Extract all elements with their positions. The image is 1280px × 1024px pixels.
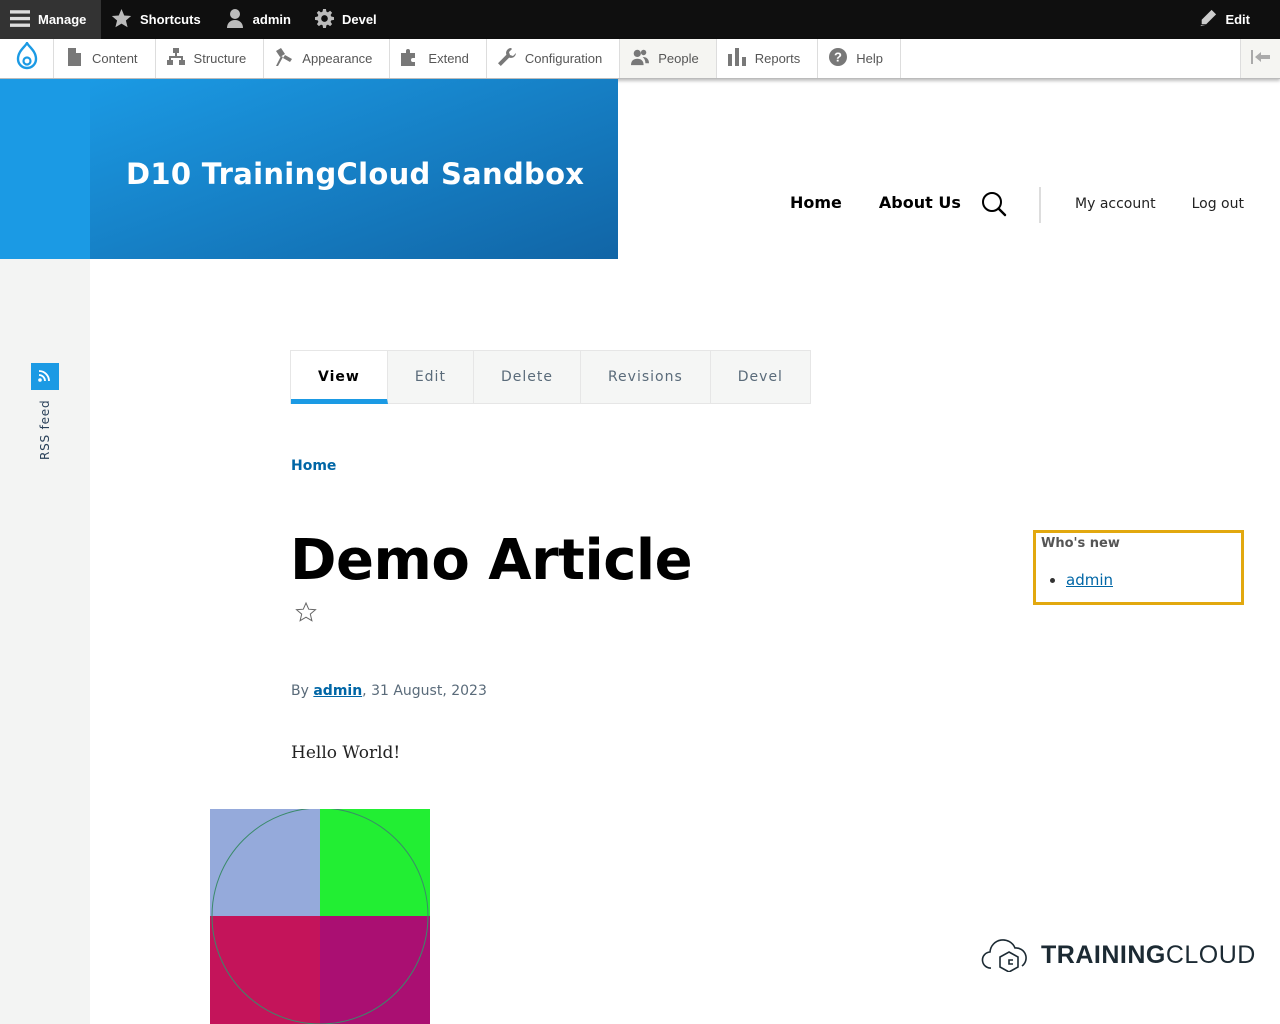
nav-home-link[interactable]: Home: [790, 193, 842, 212]
tray-item-label: Extend: [428, 51, 469, 66]
user-menu-button[interactable]: admin: [215, 0, 305, 39]
wrench-icon: [497, 48, 516, 69]
my-account-link[interactable]: My account: [1075, 196, 1156, 212]
admin-toolbar: Manage Shortcuts admin Devel Edit: [0, 0, 1280, 39]
bar-chart-icon: [727, 48, 746, 69]
tab-devel[interactable]: Devel: [711, 351, 810, 403]
rss-feed-button[interactable]: [31, 363, 59, 390]
trainingcloud-logo: TRAININGCLOUD: [981, 934, 1256, 976]
hamburger-icon: [10, 8, 30, 31]
user-link[interactable]: admin: [1066, 571, 1113, 589]
byline-date: , 31 August, 2023: [362, 683, 487, 699]
tab-revisions[interactable]: Revisions: [581, 351, 711, 403]
devel-label: Devel: [341, 12, 377, 27]
document-icon: [65, 48, 83, 69]
user-label: admin: [252, 12, 291, 27]
star-outline-icon: [295, 601, 317, 627]
tray-item-label: Structure: [193, 51, 247, 66]
tray-item-reports[interactable]: Reports: [717, 39, 819, 78]
favorite-star-button[interactable]: [295, 601, 317, 623]
tab-delete[interactable]: Delete: [474, 351, 581, 403]
local-tasks-tabs: View Edit Delete Revisions Devel: [290, 350, 811, 404]
nav-about-us-link[interactable]: About Us: [879, 193, 961, 212]
whos-new-list: admin: [1041, 571, 1236, 589]
list-item: admin: [1066, 571, 1236, 589]
tray-item-label: Appearance: [302, 51, 373, 66]
collapse-left-icon: [1250, 49, 1271, 68]
rss-feed-label[interactable]: RSS feed: [38, 400, 52, 460]
shortcuts-label: Shortcuts: [140, 12, 201, 27]
site-name-link[interactable]: D10 TrainingCloud Sandbox: [126, 157, 584, 191]
gear-icon: [314, 8, 334, 31]
admin-tray: Content Structure Appearance Extend Conf…: [0, 39, 1280, 79]
svg-text:?: ?: [834, 50, 842, 65]
star-icon: [111, 8, 132, 32]
tray-item-content[interactable]: Content: [54, 39, 156, 78]
manage-label: Manage: [38, 12, 87, 27]
tray-item-extend[interactable]: Extend: [390, 39, 487, 78]
drupal-logo-icon: [15, 39, 39, 76]
edit-mode-button[interactable]: Edit: [1189, 0, 1264, 39]
tray-item-structure[interactable]: Structure: [156, 39, 265, 78]
header-left-accent: [0, 79, 90, 259]
user-icon: [225, 8, 245, 31]
rss-icon: [37, 367, 53, 387]
nav-divider: [1039, 187, 1041, 223]
drupal-home-link[interactable]: [0, 39, 54, 78]
whos-new-title: Who's new: [1041, 536, 1120, 551]
tray-item-label: Configuration: [524, 51, 603, 66]
site-branding: D10 TrainingCloud Sandbox: [90, 79, 618, 259]
tray-orientation-toggle[interactable]: [1240, 39, 1280, 78]
author-link[interactable]: admin: [313, 683, 362, 699]
tab-edit[interactable]: Edit: [388, 351, 474, 403]
puzzle-icon: [401, 48, 419, 69]
cloud-logo-icon: [981, 934, 1027, 976]
trainingcloud-wordmark: TRAININGCLOUD: [1041, 940, 1256, 969]
tray-item-label: People: [658, 51, 699, 66]
whos-new-block: Who's new admin: [1033, 530, 1244, 605]
tray-item-appearance[interactable]: Appearance: [264, 39, 391, 78]
edit-label: Edit: [1225, 12, 1250, 27]
search-icon: [981, 192, 1007, 221]
byline-prefix: By: [291, 683, 309, 699]
tray-item-people[interactable]: People: [620, 39, 717, 78]
tray-item-label: Reports: [754, 51, 801, 66]
tray-item-configuration[interactable]: Configuration: [487, 39, 621, 78]
search-button[interactable]: [981, 191, 1007, 217]
article-image: [210, 809, 430, 1024]
people-icon: [631, 48, 650, 69]
tray-item-help[interactable]: ? Help: [818, 39, 901, 78]
manage-button[interactable]: Manage: [0, 0, 101, 39]
main-navigation: Home About Us: [790, 193, 961, 212]
page-title: Demo Article: [290, 528, 693, 593]
article-body: Hello World!: [291, 743, 401, 763]
structure-icon: [166, 48, 185, 69]
breadcrumb-home-link[interactable]: Home: [291, 458, 336, 474]
devel-button[interactable]: Devel: [305, 0, 391, 39]
tab-view[interactable]: View: [291, 351, 388, 404]
help-icon: ?: [829, 48, 848, 69]
pencil-icon: [1199, 9, 1217, 30]
log-out-link[interactable]: Log out: [1192, 196, 1244, 212]
paint-roller-icon: [275, 48, 293, 69]
article-byline: By admin, 31 August, 2023: [291, 683, 487, 699]
tray-item-label: Help: [856, 51, 883, 66]
shortcuts-button[interactable]: Shortcuts: [101, 0, 215, 39]
tray-item-label: Content: [92, 51, 138, 66]
account-navigation: My account Log out: [1075, 196, 1244, 212]
